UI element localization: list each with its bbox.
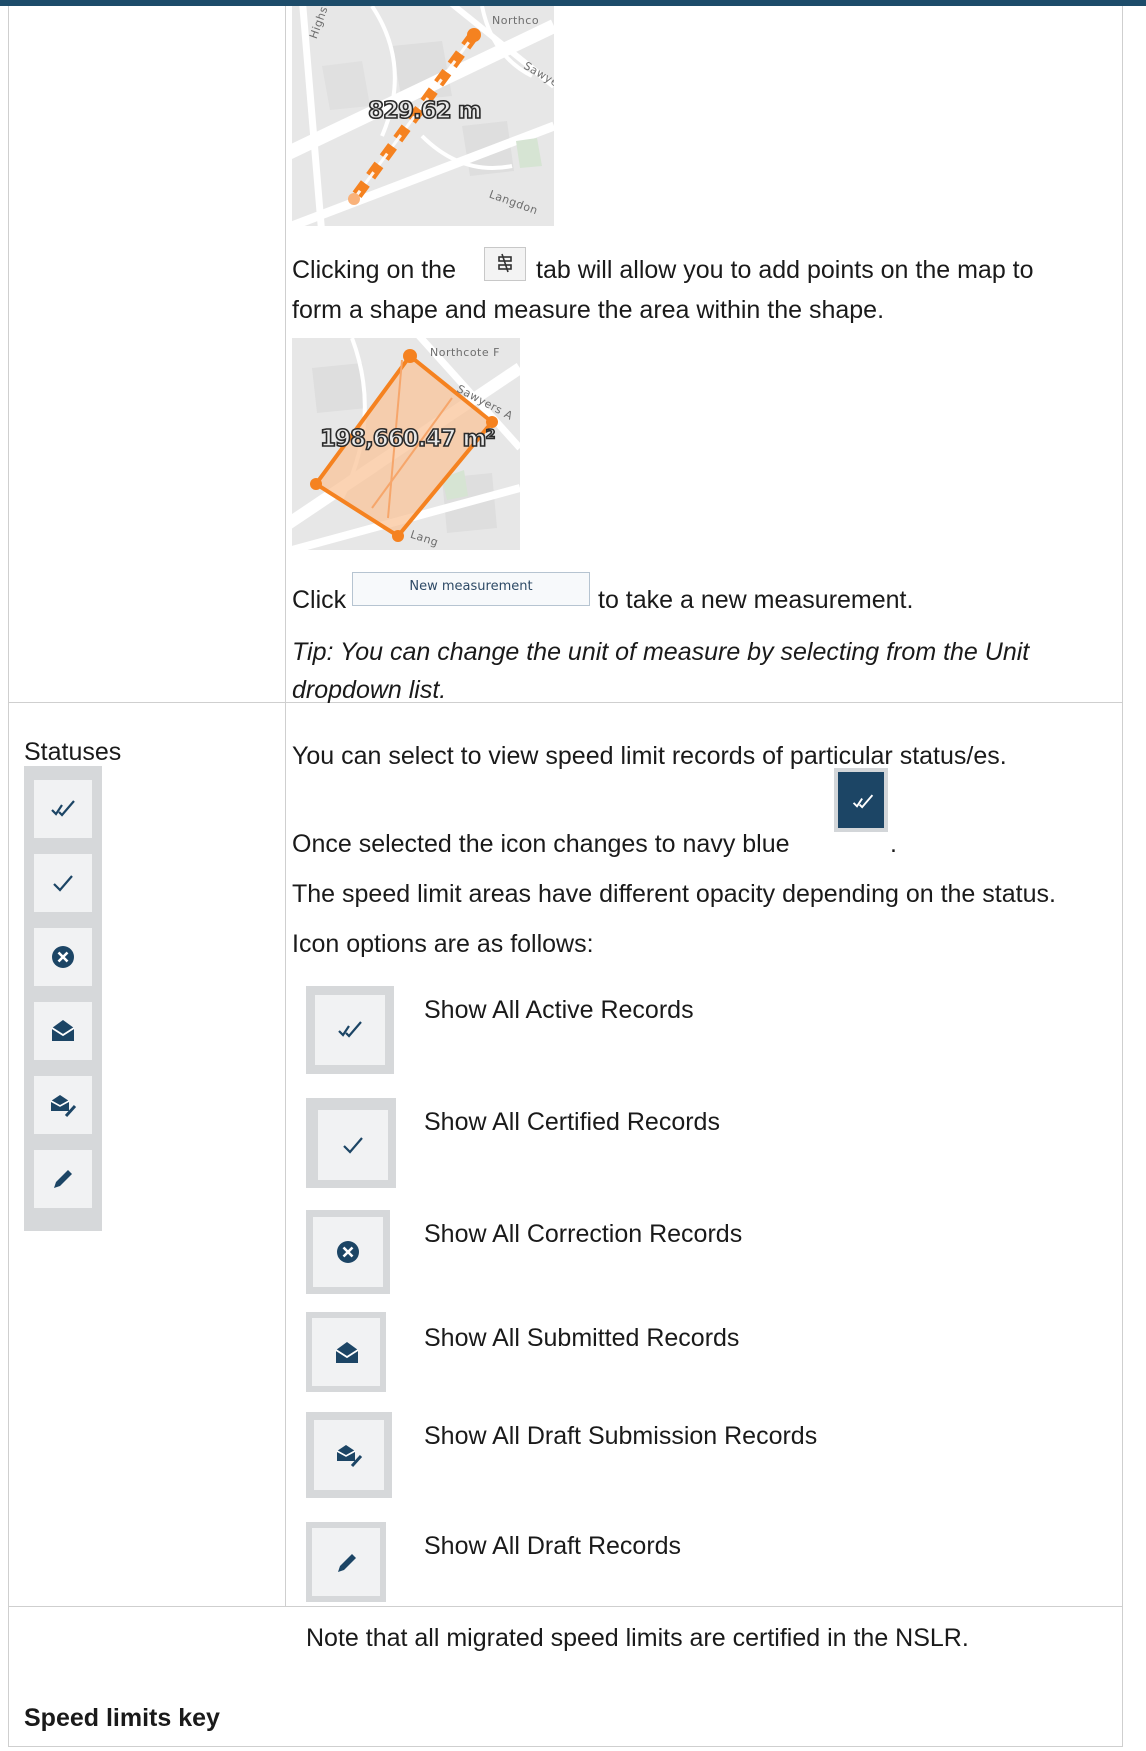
x-circle-icon <box>337 1241 359 1263</box>
new-measure-text-start: Click <box>292 586 347 614</box>
status-filter-correction-button[interactable] <box>34 928 92 986</box>
envelope-edit-icon <box>50 1095 77 1118</box>
legend-label-submitted: Show All Submitted Records <box>424 1324 740 1352</box>
status-filter-submitted-button[interactable] <box>34 1002 92 1060</box>
envelope-edit-icon <box>336 1445 363 1468</box>
legend-icon-submitted <box>306 1312 386 1392</box>
selected-status-icon <box>834 768 888 832</box>
tip-line-1: Tip: You can change the unit of measure … <box>292 638 1030 666</box>
legend-label-correction: Show All Correction Records <box>424 1220 743 1248</box>
area-measurement-label: 198,660.47 m² <box>319 425 496 453</box>
pencil-icon <box>338 1554 356 1572</box>
area-intro-text-line2: form a shape and measure the area within… <box>292 296 885 324</box>
envelope-open-icon <box>51 1020 75 1041</box>
legend-icon-draft-submission <box>306 1412 392 1498</box>
double-check-icon <box>51 800 75 817</box>
new-measurement-button[interactable]: New measurement <box>352 572 590 606</box>
statuses-opacity-text: The speed limit areas have different opa… <box>292 880 1056 908</box>
legend-label-certified: Show All Certified Records <box>424 1108 720 1136</box>
area-intro-text-end: tab will allow you to add points on the … <box>536 256 1034 284</box>
row-separator <box>9 1606 1122 1607</box>
statuses-intro: You can select to view speed limit recor… <box>292 742 1007 770</box>
double-check-icon <box>338 1021 362 1038</box>
envelope-open-icon <box>335 1342 359 1363</box>
area-measure-button <box>484 247 526 281</box>
legend-label-draft: Show All Draft Records <box>424 1532 682 1560</box>
area-measure-icon <box>498 253 512 273</box>
status-filter-active-button[interactable] <box>34 780 92 838</box>
double-check-icon <box>852 794 874 809</box>
check-icon <box>343 1137 363 1154</box>
new-measure-text-end: to take a new measurement. <box>598 586 914 614</box>
column-divider <box>285 6 286 1606</box>
legend-label-active: Show All Active Records <box>424 996 694 1024</box>
status-icon-strip <box>24 766 102 1231</box>
legend-icon-draft <box>306 1522 386 1602</box>
statuses-note: Note that all migrated speed limits are … <box>306 1624 969 1652</box>
status-filter-draft-button[interactable] <box>34 1150 92 1208</box>
line-measurement-label: 829.62 m <box>367 97 482 125</box>
line-measurement-map: Highs Northco Sawye Langdon 829.62 m <box>292 6 554 226</box>
map-street-label: Northco <box>492 14 540 27</box>
legend-icon-active <box>306 986 394 1074</box>
row-separator <box>9 702 1122 703</box>
legend-label-draft-submission: Show All Draft Submission Records <box>424 1422 818 1450</box>
x-circle-icon <box>52 946 74 968</box>
tip-line-2: dropdown list. <box>292 676 447 704</box>
status-filter-certified-button[interactable] <box>34 854 92 912</box>
statuses-selected-suffix: . <box>890 830 897 858</box>
statuses-selected-text: Once selected the icon changes to navy b… <box>292 830 790 858</box>
legend-icon-correction <box>306 1210 390 1294</box>
status-filter-draft-submission-button[interactable] <box>34 1076 92 1134</box>
speed-limits-key-heading: Speed limits key <box>24 1704 220 1732</box>
pencil-icon <box>54 1170 72 1188</box>
area-intro-text-start: Clicking on the <box>292 256 456 284</box>
check-icon <box>53 875 73 892</box>
area-measurement-map: Northcote F Sawyers A Lang 198,660.47 m² <box>292 338 520 550</box>
map-street-label: Northcote F <box>430 346 500 359</box>
legend-icon-certified <box>306 1098 396 1188</box>
statuses-heading: Statuses <box>24 738 122 766</box>
statuses-options-intro: Icon options are as follows: <box>292 930 594 958</box>
